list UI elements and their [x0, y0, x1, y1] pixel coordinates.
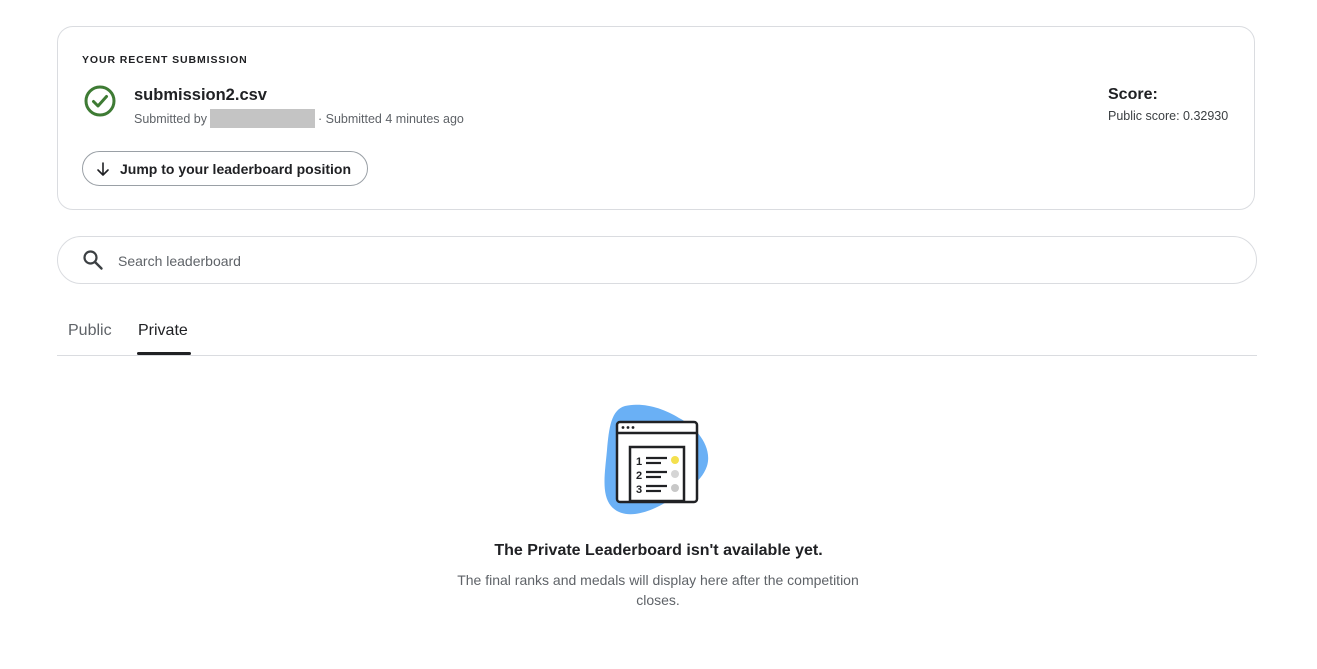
- search-leaderboard[interactable]: [57, 236, 1257, 284]
- illustration-rank-2: 2: [636, 470, 642, 482]
- search-icon: [83, 250, 103, 270]
- tab-private[interactable]: Private: [138, 322, 188, 340]
- recent-submission-card: YOUR RECENT SUBMISSION submission2.csv S…: [57, 26, 1255, 210]
- jump-to-leaderboard-position-button[interactable]: Jump to your leaderboard position: [82, 151, 369, 186]
- submitted-by-label: Submitted by: [134, 111, 207, 126]
- illustration-rank-1: 1: [636, 456, 642, 468]
- score-label: Score:: [1108, 86, 1158, 103]
- leaderboard-tabs: Public Private: [57, 312, 1257, 356]
- empty-state-description: The final ranks and medals will display …: [457, 572, 859, 608]
- leaderboard-illustration: 1 2 3: [604, 404, 709, 515]
- submission-file-name: submission2.csv: [134, 86, 267, 104]
- arrow-down-icon: [97, 161, 109, 176]
- search-input[interactable]: [116, 247, 1220, 275]
- selected-tab-indicator: [137, 352, 191, 355]
- illustration-rank-3: 3: [636, 484, 642, 496]
- tab-public[interactable]: Public: [68, 322, 112, 340]
- jump-button-label: Jump to your leaderboard position: [120, 160, 352, 177]
- public-score: Public score: 0.32930: [1108, 109, 1229, 123]
- empty-state-title: The Private Leaderboard isn't available …: [494, 542, 823, 559]
- check-circle-icon: [84, 85, 116, 117]
- recent-submission-heading: YOUR RECENT SUBMISSION: [82, 54, 248, 66]
- redacted-username: [209, 109, 315, 128]
- submitted-time: · Submitted 4 minutes ago: [317, 111, 464, 126]
- submission-meta: Submitted by · Submitted 4 minutes ago: [134, 109, 464, 128]
